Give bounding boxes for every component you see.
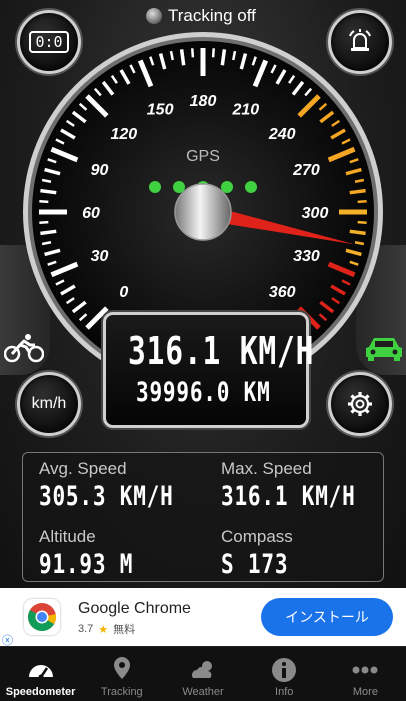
gauge-tick-label: 270 [292, 162, 320, 179]
alarm-icon [349, 29, 371, 51]
weather-icon [192, 661, 212, 678]
gauge-tick [354, 241, 365, 246]
unit-toggle-label: km/h [31, 395, 67, 412]
gauge-tick-label: 300 [302, 205, 329, 222]
gear-icon [348, 392, 372, 416]
gauge-tick [41, 241, 52, 246]
tracking-status-label: Tracking off [168, 6, 256, 25]
gauge-tick [349, 188, 366, 195]
ad-price: 無料 [113, 624, 136, 636]
gps-signal-dot [149, 181, 161, 193]
gauge-tick [357, 200, 367, 204]
gauge-tick-label: 240 [268, 126, 296, 143]
avg-speed-value: 305.3 KM/H [39, 481, 174, 512]
tab-info[interactable]: Info [244, 647, 325, 701]
gauge-tick-label: 150 [147, 102, 174, 119]
tab-label: Speedometer [5, 686, 76, 698]
cyclist-icon[interactable] [4, 333, 44, 363]
compass-value: S 173 [221, 549, 289, 580]
info-icon [272, 658, 297, 682]
star-icon: ★ [98, 623, 109, 636]
avg-speed-label: Avg. Speed [39, 459, 127, 478]
car-icon[interactable] [364, 333, 404, 363]
gauge-tick [41, 178, 52, 183]
needle-hub [174, 183, 232, 241]
gauge-tick [40, 229, 57, 236]
gauge-tick [232, 50, 237, 61]
gauge-tick [39, 220, 49, 224]
gauge-tick-label: 60 [82, 205, 100, 222]
current-speed: 316.1 KM/H [128, 329, 315, 373]
gauge-tick [357, 220, 367, 224]
max-speed-label: Max. Speed [221, 459, 312, 478]
gps-label: GPS [186, 148, 220, 165]
ad-install-button[interactable]: インストール [261, 598, 393, 636]
tab-label: Tracking [100, 686, 143, 698]
gauge-tick [354, 178, 365, 183]
tracking-indicator-icon [146, 8, 162, 24]
gauge-tick-label: 180 [190, 93, 217, 110]
gauge-tick [220, 49, 227, 66]
tab-bar: Speedometer Tracking Weather Info More [0, 646, 406, 701]
tab-label: More [352, 686, 378, 698]
gauge-tick [349, 229, 366, 236]
gps-signal-dot [245, 181, 257, 193]
chrome-logo-icon [24, 599, 60, 635]
trip-timer-button[interactable]: 0:0 [17, 10, 81, 74]
unit-toggle-button[interactable]: km/h [17, 372, 81, 436]
gauge-tick-label: 360 [269, 284, 296, 301]
gauge-tick-label: 0 [119, 284, 128, 301]
altitude-label: Altitude [39, 527, 96, 546]
speedometer-icon [28, 665, 53, 680]
more-icon [352, 666, 378, 674]
tab-speedometer[interactable]: Speedometer [0, 647, 81, 701]
tab-label: Weather [182, 686, 224, 698]
tab-weather[interactable]: Weather [162, 647, 243, 701]
speedometer-screen: 0 30 60 90 120 150 180 210 240 270 300 330 360 GPS Tr… [0, 0, 406, 588]
timer-icon: 0:0 [29, 31, 69, 53]
gauge-tick-label: 120 [110, 126, 137, 143]
ad-title: Google Chrome [78, 600, 191, 617]
tab-more[interactable]: More [325, 647, 406, 701]
tab-label: Info [275, 686, 294, 698]
max-speed-value: 316.1 KM/H [221, 481, 356, 512]
gauge-tick-label: 210 [232, 102, 260, 119]
ad-banner[interactable]: Google Chrome 3.7 ★ 無料 インストール ⓧ [0, 588, 406, 647]
gauge-tick [40, 188, 57, 195]
tab-tracking[interactable]: Tracking [81, 647, 162, 701]
gauge-tick-label: 30 [91, 248, 109, 265]
altitude-value: 91.93 M [39, 549, 134, 580]
compass-label: Compass [221, 527, 293, 546]
odometer-distance: 39996.0 KM [136, 377, 271, 408]
gauge-tick-label: 90 [91, 162, 109, 179]
settings-button[interactable] [328, 372, 392, 436]
ad-meta: 3.7 ★ 無料 [78, 621, 135, 637]
speed-display: 316.1 KM/H 39996.0 KM [103, 312, 313, 428]
alarm-button[interactable] [328, 10, 392, 74]
gauge-tick [191, 48, 195, 58]
trip-stats-panel: Avg. Speed 305.3 KM/H Max. Speed 316.1 K… [22, 452, 384, 582]
gauge-tick-label: 330 [293, 248, 320, 265]
ad-rating: 3.7 [78, 623, 94, 635]
gauge-tick [169, 50, 174, 61]
gauge-tick [179, 49, 186, 66]
gauge-tick [39, 200, 49, 204]
location-pin-icon [113, 657, 130, 679]
tracking-status[interactable]: Tracking off [146, 6, 256, 26]
gauge-tick [211, 48, 215, 58]
